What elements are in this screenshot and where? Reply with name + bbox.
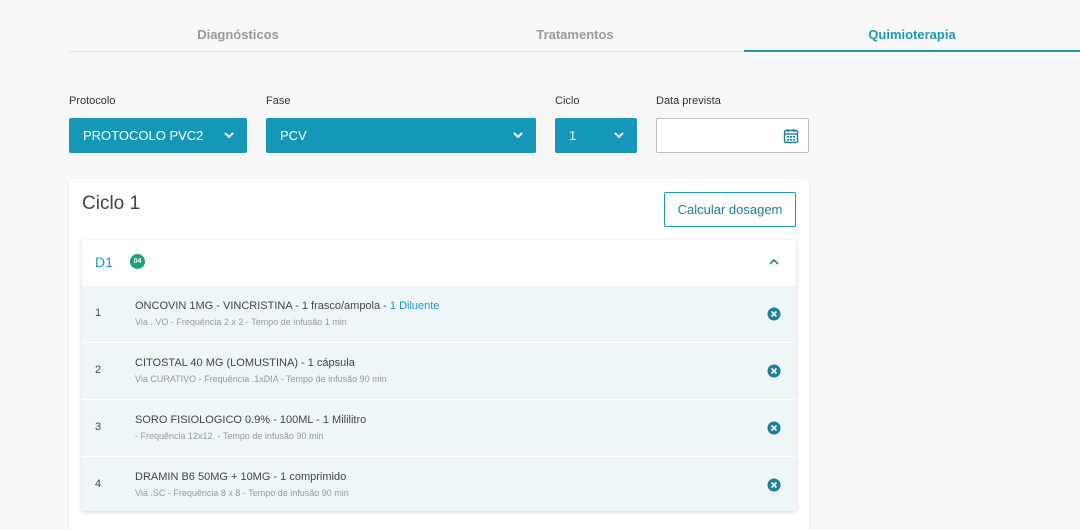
protocolo-label: Protocolo — [69, 95, 116, 107]
medication-title: CITOSTAL 40 MG (LOMUSTINA) - 1 cápsula — [135, 357, 355, 369]
row-number: 1 — [95, 307, 102, 319]
tab-bar: Diagnósticos Tratamentos Quimioterapia — [69, 0, 1080, 52]
close-circle-icon[interactable] — [767, 364, 781, 378]
protocolo-select[interactable]: PROTOCOLO PVC2 — [69, 118, 247, 153]
ciclo-select[interactable]: 1 — [555, 118, 637, 153]
medication-details: - Frequência 12x12. - Tempo de infusão 9… — [135, 431, 324, 441]
fase-select[interactable]: PCV — [266, 118, 536, 153]
medication-row: 4 DRAMIN B6 50MG + 10MG - 1 comprimido V… — [82, 456, 796, 511]
tab-diagnosticos[interactable]: Diagnósticos — [69, 27, 407, 42]
day-panel: D1 04 1 ONCOVIN 1MG - VINCRISTINA - 1 fr… — [82, 240, 796, 511]
card-title: Ciclo 1 — [82, 193, 141, 214]
fase-value: PCV — [280, 128, 307, 143]
medication-row: 3 SORO FISIOLOGICO 0.9% - 100ML - 1 Mili… — [82, 399, 796, 456]
tab-tratamentos[interactable]: Tratamentos — [407, 27, 743, 42]
medication-title: DRAMIN B6 50MG + 10MG - 1 comprimido — [135, 471, 346, 483]
row-number: 4 — [95, 478, 102, 490]
medication-details: Via .SC - Frequência 8 x 8 - Tempo de in… — [135, 488, 349, 498]
day-label: D1 — [95, 254, 113, 270]
medication-row: 1 ONCOVIN 1MG - VINCRISTINA - 1 frasco/a… — [82, 285, 796, 342]
calendar-icon[interactable] — [783, 128, 799, 144]
item-count-badge: 04 — [130, 254, 145, 269]
fase-label: Fase — [266, 95, 291, 107]
medication-name: CITOSTAL 40 MG (LOMUSTINA) - 1 cápsula — [135, 357, 355, 369]
row-number: 2 — [95, 364, 102, 376]
day-panel-header[interactable]: D1 04 — [82, 240, 796, 285]
medication-name: DRAMIN B6 50MG + 10MG - 1 comprimido — [135, 471, 347, 483]
diluent-link[interactable]: 1 Diluente — [390, 300, 440, 312]
ciclo-label: Ciclo — [555, 95, 580, 107]
medication-name: ONCOVIN 1MG - VINCRISTINA - 1 frasco/amp… — [135, 300, 390, 312]
active-tab-indicator — [744, 50, 1080, 52]
medication-title: ONCOVIN 1MG - VINCRISTINA - 1 frasco/amp… — [135, 300, 439, 312]
medication-name: SORO FISIOLOGICO 0.9% - 100ML - 1 Milili… — [135, 414, 367, 426]
chevron-down-icon — [224, 132, 234, 139]
close-circle-icon[interactable] — [767, 307, 781, 321]
ciclo-value: 1 — [569, 128, 577, 143]
chevron-up-icon[interactable] — [768, 256, 780, 268]
chevron-down-icon — [614, 132, 624, 139]
chevron-down-icon — [513, 132, 523, 139]
close-circle-icon[interactable] — [767, 478, 781, 492]
row-number: 3 — [95, 421, 102, 433]
medication-title: SORO FISIOLOGICO 0.9% - 100ML - 1 Milili… — [135, 414, 366, 426]
data-prevista-input[interactable] — [656, 118, 809, 153]
medication-details: Via CURATIVO - Frequência .1xDIA - Tempo… — [135, 374, 387, 384]
protocolo-value: PROTOCOLO PVC2 — [83, 128, 204, 143]
tab-quimioterapia[interactable]: Quimioterapia — [744, 27, 1080, 42]
medication-details: Via . VO - Frequência 2 x 2 - Tempo de i… — [135, 317, 347, 327]
medication-row: 2 CITOSTAL 40 MG (LOMUSTINA) - 1 cápsula… — [82, 342, 796, 399]
ciclo-card: Ciclo 1 Calcular dosagem D1 04 1 ONCOVIN… — [69, 179, 809, 529]
calcular-dosagem-button[interactable]: Calcular dosagem — [664, 192, 796, 227]
close-circle-icon[interactable] — [767, 421, 781, 435]
data-prevista-label: Data prevista — [656, 95, 721, 107]
